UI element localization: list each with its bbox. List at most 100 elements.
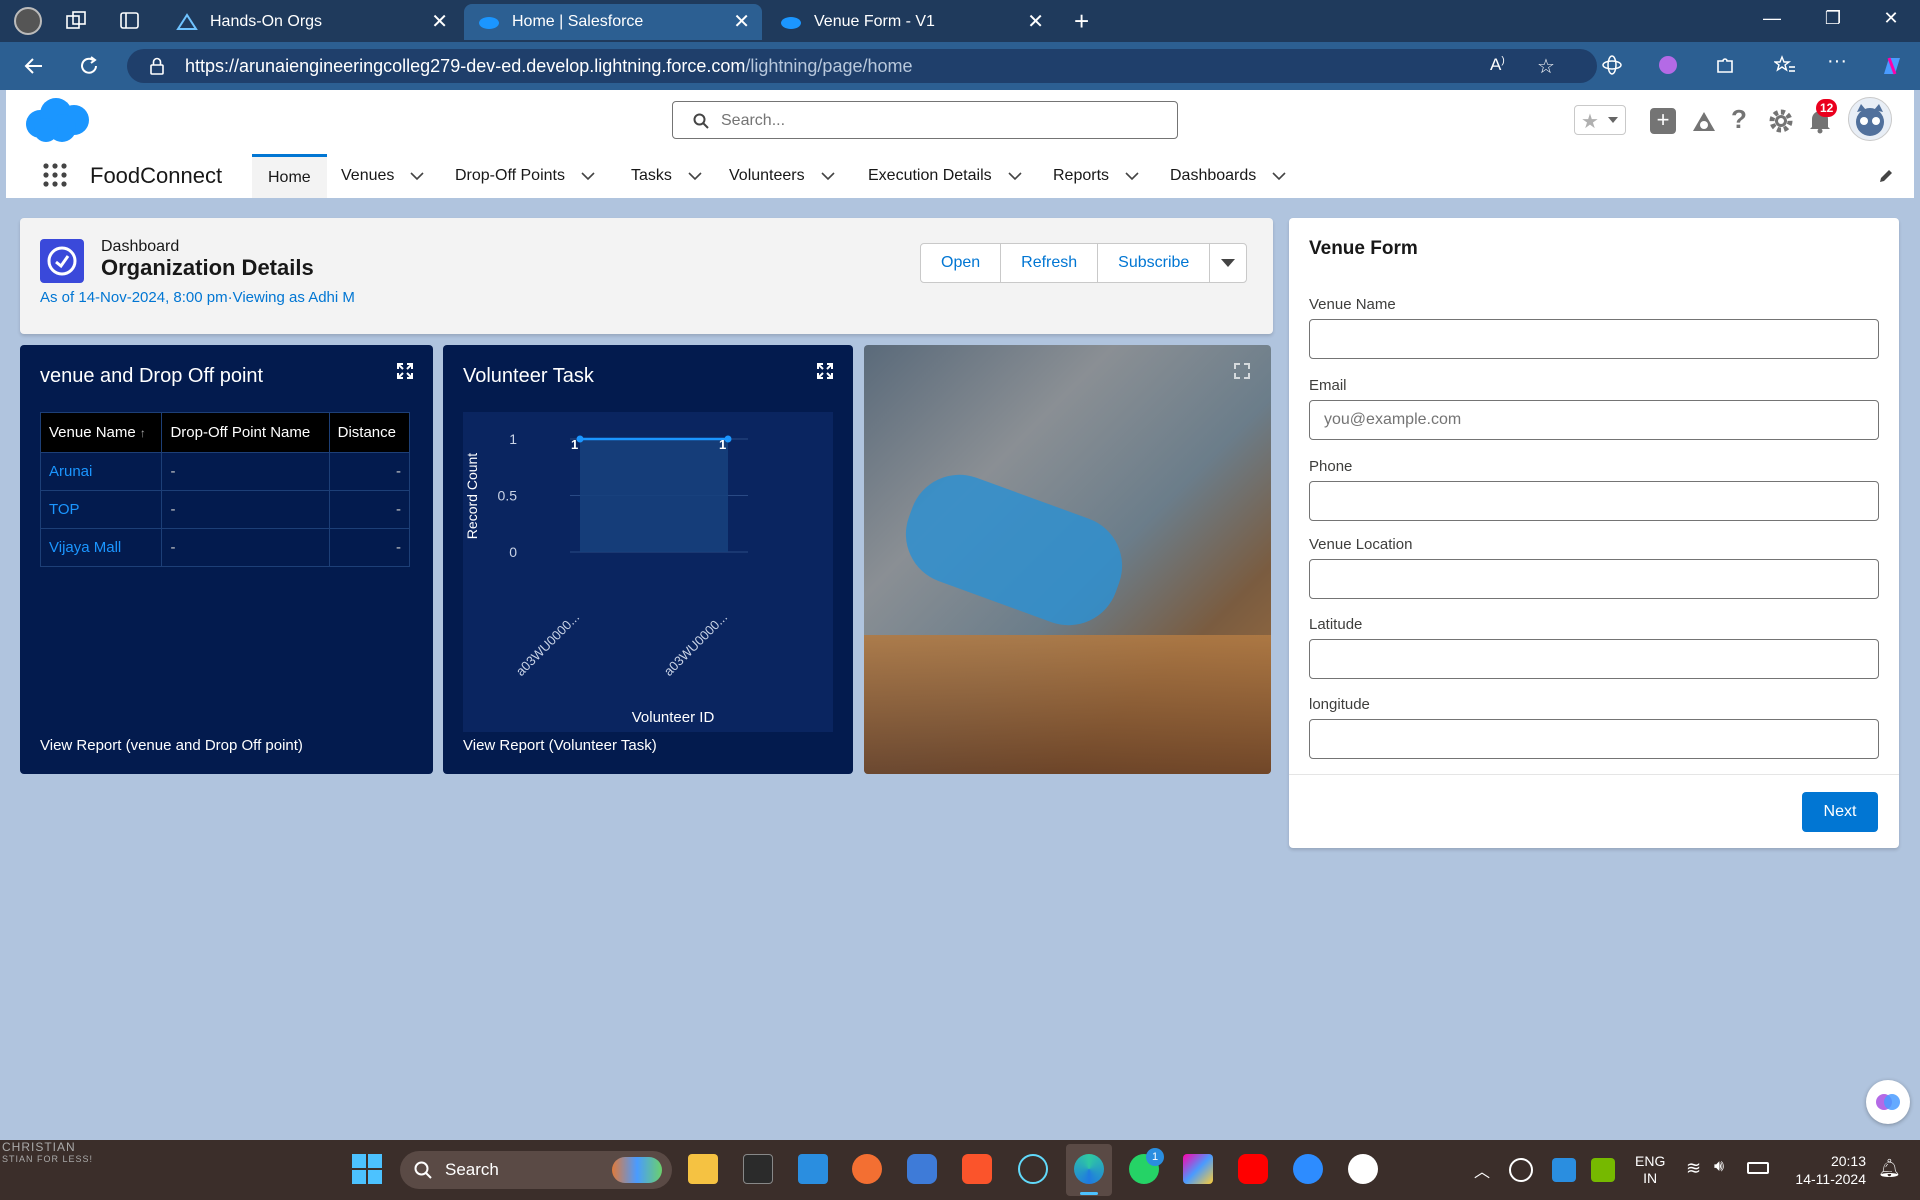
nav-tab-reports[interactable]: Reports	[1053, 154, 1139, 198]
language-indicator[interactable]: ENG IN	[1635, 1153, 1665, 1187]
app-launcher-icon[interactable]	[42, 162, 68, 188]
nav-tab-home[interactable]: Home	[252, 154, 327, 198]
tab-home-salesforce[interactable]: Home | Salesforce ✕	[464, 4, 762, 40]
next-button[interactable]: Next	[1802, 792, 1878, 832]
dashboard-title: Organization Details	[101, 255, 314, 280]
vscode-icon[interactable]	[798, 1154, 828, 1184]
volume-icon[interactable]: 🔊︎	[1714, 1158, 1724, 1176]
new-tab-icon[interactable]: +	[1074, 6, 1089, 37]
nvidia-icon[interactable]	[1591, 1158, 1615, 1182]
extensions-puzzle-icon[interactable]	[1714, 54, 1736, 76]
edit-nav-pencil-icon[interactable]	[1878, 168, 1894, 184]
file-explorer-icon[interactable]	[688, 1154, 718, 1184]
expand-icon[interactable]	[817, 363, 833, 379]
chevron-down-icon[interactable]	[1008, 171, 1022, 181]
venue-link[interactable]: Vijaya Mall	[39, 528, 163, 567]
salesforce-logo-icon[interactable]	[22, 96, 94, 146]
setup-gear-icon[interactable]	[1768, 108, 1794, 134]
user-avatar[interactable]	[1848, 97, 1892, 141]
more-options-icon[interactable]: ···	[1827, 50, 1847, 73]
subscribe-button[interactable]: Subscribe	[1098, 244, 1211, 282]
back-icon[interactable]	[22, 54, 46, 78]
youtube-icon[interactable]	[1238, 1154, 1268, 1184]
global-actions-plus-icon[interactable]: +	[1650, 108, 1676, 134]
brave-browser-icon[interactable]	[962, 1154, 992, 1184]
window-close-icon[interactable]: ✕	[1876, 8, 1906, 29]
wifi-icon[interactable]: ≋	[1686, 1158, 1701, 1179]
terminal-icon[interactable]	[743, 1154, 773, 1184]
longitude-field[interactable]	[1309, 719, 1879, 759]
favorites-icon[interactable]	[1774, 54, 1796, 76]
windows-start-icon[interactable]	[352, 1154, 382, 1184]
edge-taskbar-active[interactable]	[1066, 1144, 1112, 1196]
clock[interactable]: 20:13 14-11-2024	[1780, 1152, 1866, 1188]
github-icon[interactable]	[1348, 1154, 1378, 1184]
notification-center-icon[interactable]: 🔔︎	[1878, 1158, 1901, 1179]
venue-name-field[interactable]	[1309, 319, 1879, 359]
column-header-distance[interactable]: Distance	[328, 412, 411, 453]
nav-tab-venues[interactable]: Venues	[341, 154, 424, 198]
chevron-down-icon[interactable]	[1272, 171, 1286, 181]
phone-field[interactable]	[1309, 481, 1879, 521]
nav-tab-execution-details[interactable]: Execution Details	[868, 154, 1022, 198]
show-hidden-icons-chevron-icon[interactable]: ︿	[1474, 1158, 1490, 1182]
global-search-input[interactable]: Search...	[672, 101, 1178, 139]
floating-assistant-button[interactable]	[1866, 1080, 1910, 1124]
battery-icon[interactable]	[1747, 1162, 1769, 1174]
extension-atom-icon[interactable]	[1601, 54, 1623, 76]
chevron-down-icon[interactable]	[821, 171, 835, 181]
react-app-icon[interactable]	[1018, 1154, 1048, 1184]
email-field[interactable]: you@example.com	[1309, 400, 1879, 440]
favorite-star-icon[interactable]: ☆	[1537, 54, 1555, 79]
copilot-icon[interactable]	[1880, 54, 1904, 78]
reload-icon[interactable]	[77, 54, 101, 78]
open-button[interactable]: Open	[921, 244, 1002, 282]
tab-hands-on-orgs[interactable]: Hands-On Orgs ✕	[162, 4, 460, 40]
read-aloud-icon[interactable]: A)	[1490, 55, 1505, 75]
venue-location-field[interactable]	[1309, 559, 1879, 599]
tab-venue-form[interactable]: Venue Form - V1 ✕	[766, 4, 1056, 40]
minimize-icon[interactable]: —	[1757, 8, 1787, 29]
expand-icon[interactable]	[1234, 363, 1250, 379]
zoom-icon[interactable]	[1293, 1154, 1323, 1184]
chevron-down-icon[interactable]	[581, 171, 595, 181]
app-store-icon[interactable]	[907, 1154, 937, 1184]
venue-link[interactable]: Arunai	[39, 452, 163, 491]
extension-brain-icon[interactable]	[1657, 54, 1679, 76]
latitude-field[interactable]	[1309, 639, 1879, 679]
nav-tab-drop-off-points[interactable]: Drop-Off Points	[455, 154, 595, 198]
help-icon[interactable]: ?	[1731, 104, 1747, 135]
chevron-down-icon[interactable]	[410, 171, 424, 181]
expand-icon[interactable]	[397, 363, 413, 379]
defender-icon[interactable]	[1552, 1158, 1576, 1182]
view-report-link[interactable]: View Report (Volunteer Task)	[463, 737, 657, 754]
workspaces-icon[interactable]	[66, 11, 88, 31]
card-title: venue and Drop Off point	[40, 365, 264, 387]
trailhead-guidance-icon[interactable]	[1691, 109, 1717, 133]
favorites-button[interactable]: ★	[1574, 105, 1626, 135]
view-report-link[interactable]: View Report (venue and Drop Off point)	[40, 737, 303, 754]
url-field[interactable]: https://arunaiengineeringcolleg279-dev-e…	[127, 49, 1597, 83]
nav-tab-tasks[interactable]: Tasks	[631, 154, 702, 198]
column-header-drop-off-point[interactable]: Drop-Off Point Name	[161, 412, 330, 453]
postman-icon[interactable]	[852, 1154, 882, 1184]
tab-actions-icon[interactable]	[120, 11, 140, 31]
copilot-app-icon[interactable]	[1183, 1154, 1213, 1184]
venue-link[interactable]: TOP	[39, 490, 163, 529]
column-header-venue-name[interactable]: Venue Name ↑	[39, 412, 163, 453]
restore-icon[interactable]: ❐	[1818, 8, 1848, 29]
sync-icon[interactable]	[1509, 1158, 1533, 1182]
taskbar-search-box[interactable]: Search	[400, 1151, 672, 1189]
chevron-down-icon[interactable]	[688, 171, 702, 181]
close-icon[interactable]: ✕	[431, 12, 448, 32]
nav-tab-volunteers[interactable]: Volunteers	[729, 154, 835, 198]
refresh-button[interactable]: Refresh	[1001, 244, 1099, 282]
edge-browser-icon	[1074, 1154, 1104, 1184]
close-icon[interactable]: ✕	[733, 12, 750, 32]
profile-avatar-icon[interactable]	[14, 7, 42, 35]
nav-tab-dashboards[interactable]: Dashboards	[1170, 154, 1286, 198]
more-actions-dropdown[interactable]	[1210, 244, 1246, 282]
chevron-down-icon[interactable]	[1125, 171, 1139, 181]
close-icon[interactable]: ✕	[1027, 12, 1044, 32]
lock-icon[interactable]	[149, 57, 165, 75]
